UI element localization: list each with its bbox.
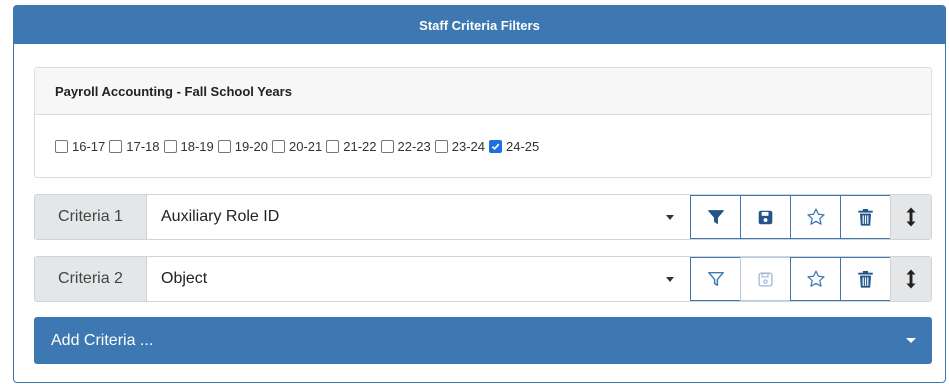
filter-icon xyxy=(707,271,724,287)
year-checkbox[interactable] xyxy=(326,139,340,153)
reorder-handle[interactable] xyxy=(890,195,931,239)
chevron-down-icon xyxy=(666,276,674,282)
year-label: 19-20 xyxy=(234,138,268,154)
year-label: 22-23 xyxy=(397,138,431,154)
criteria-select[interactable]: Auxiliary Role ID xyxy=(147,195,690,239)
criteria-select-value: Object xyxy=(161,270,208,287)
vertical-arrows-icon xyxy=(906,207,916,227)
year-label: 23-24 xyxy=(451,138,485,154)
criteria-select-value: Auxiliary Role ID xyxy=(161,208,280,225)
save-icon xyxy=(758,210,773,224)
trash-icon xyxy=(858,208,873,226)
trash-icon xyxy=(858,270,873,288)
save-icon xyxy=(758,271,773,287)
save-button[interactable] xyxy=(740,195,791,239)
chevron-down-icon xyxy=(906,338,916,343)
favorite-button[interactable] xyxy=(790,195,841,239)
star-icon xyxy=(806,208,825,225)
year-checkbox[interactable] xyxy=(434,139,448,153)
year-checkbox[interactable] xyxy=(55,139,68,153)
year-checkbox[interactable] xyxy=(380,139,394,153)
staff-criteria-panel: Staff Criteria Filters Payroll Accountin… xyxy=(13,5,946,383)
year-option-21-22[interactable]: 21-22 xyxy=(326,138,377,154)
reorder-handle[interactable] xyxy=(890,257,931,301)
fall-school-years-group: Payroll Accounting - Fall School Years 1… xyxy=(34,67,932,178)
save-button[interactable] xyxy=(740,257,791,301)
criteria-row-2: Criteria 2 Object xyxy=(34,256,932,302)
year-option-18-19[interactable]: 18-19 xyxy=(163,138,214,154)
year-label: 16-17 xyxy=(72,138,106,154)
year-checkbox[interactable] xyxy=(217,139,231,153)
chevron-down-icon xyxy=(666,214,674,220)
year-option-19-20[interactable]: 19-20 xyxy=(217,138,268,154)
filter-icon xyxy=(707,210,724,224)
year-option-20-21[interactable]: 20-21 xyxy=(272,139,322,154)
year-label: 21-22 xyxy=(343,138,377,154)
year-label: 17-18 xyxy=(126,138,160,154)
delete-button[interactable] xyxy=(840,257,891,301)
year-checkbox[interactable] xyxy=(163,139,177,153)
favorite-button[interactable] xyxy=(790,257,841,301)
criteria-label: Criteria 1 xyxy=(35,195,147,239)
year-label: 24-25 xyxy=(506,138,540,154)
filter-button[interactable] xyxy=(690,195,741,239)
criteria-select[interactable]: Object xyxy=(147,257,690,301)
filter-button[interactable] xyxy=(690,257,741,301)
year-checkbox[interactable] xyxy=(109,139,123,153)
criteria-row-1: Criteria 1 Auxiliary Role ID xyxy=(34,194,932,240)
year-option-17-18[interactable]: 17-18 xyxy=(109,138,160,154)
year-option-23-24[interactable]: 23-24 xyxy=(434,138,485,154)
year-checkbox[interactable] xyxy=(272,139,285,153)
year-label: 18-19 xyxy=(180,138,214,154)
year-option-16-17[interactable]: 16-17 xyxy=(55,139,105,154)
delete-button[interactable] xyxy=(840,195,891,239)
year-checkbox[interactable] xyxy=(489,139,502,153)
star-icon xyxy=(806,270,825,287)
year-option-22-23[interactable]: 22-23 xyxy=(380,138,431,154)
add-criteria-dropdown[interactable]: Add Criteria ... xyxy=(34,317,932,364)
criteria-label: Criteria 2 xyxy=(35,257,147,301)
panel-title: Staff Criteria Filters xyxy=(14,6,945,44)
add-criteria-label: Add Criteria ... xyxy=(51,331,154,349)
year-label: 20-21 xyxy=(289,138,323,154)
group-title: Payroll Accounting - Fall School Years xyxy=(35,68,931,115)
year-checkbox-list: 16-17 17-18 18-19 19-20 20-21 21-22 22-2… xyxy=(35,115,931,177)
year-option-24-25[interactable]: 24-25 xyxy=(489,139,539,154)
vertical-arrows-icon xyxy=(906,269,916,289)
